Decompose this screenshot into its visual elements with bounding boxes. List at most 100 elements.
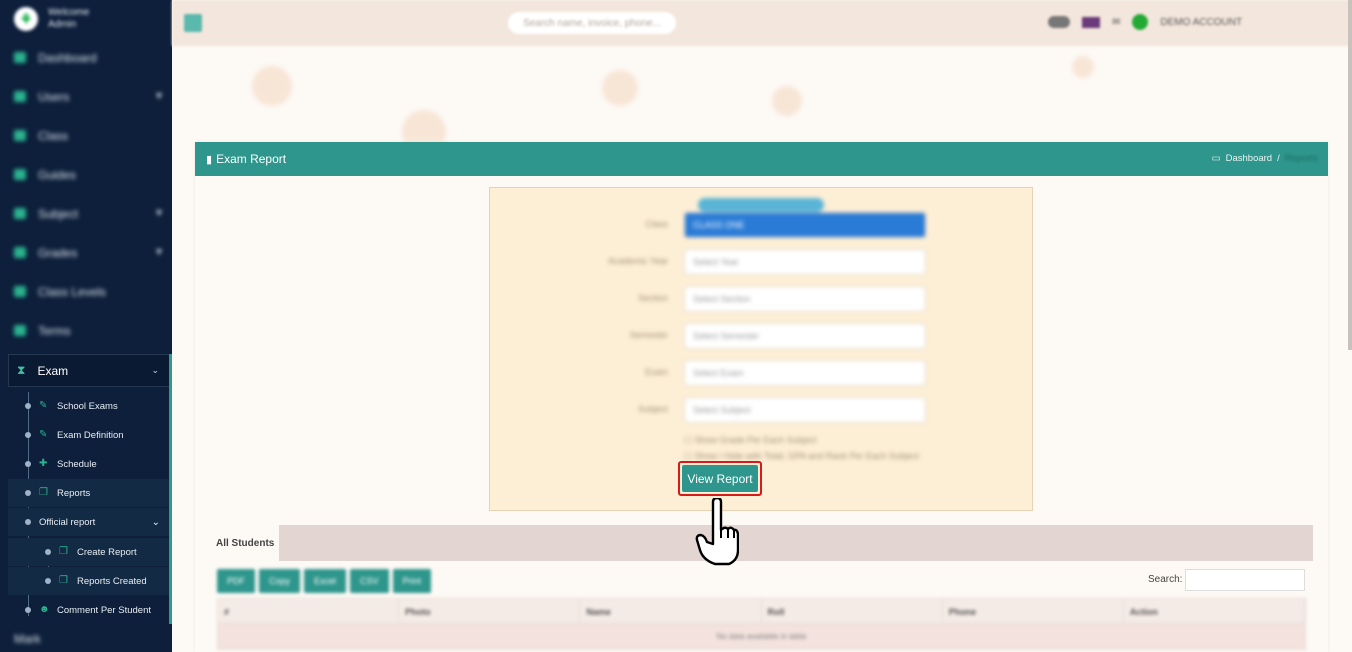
copy-button[interactable]: Copy bbox=[259, 569, 301, 593]
copy-icon: ❐ bbox=[59, 546, 68, 557]
book-icon: ▮ bbox=[206, 153, 213, 166]
sidebar-nav: Dashboard Users ▼ Class Guides Subject ▼ G… bbox=[0, 38, 172, 350]
form-tag bbox=[698, 198, 824, 212]
welcome-label: Welcome bbox=[48, 7, 90, 18]
table-search-label: Search: bbox=[1148, 574, 1183, 585]
levels-icon bbox=[14, 286, 26, 297]
semester-row: Semester Select Semester bbox=[490, 323, 1034, 349]
hourglass-icon: ⧗ bbox=[17, 363, 26, 377]
bullet-dot bbox=[25, 490, 31, 496]
bullet-dot bbox=[25, 519, 31, 525]
class-icon bbox=[14, 130, 26, 141]
tab-bar: All Students bbox=[209, 525, 1313, 561]
header-decoration bbox=[172, 46, 1352, 142]
user-name: Admin bbox=[48, 19, 77, 30]
terms-icon bbox=[14, 325, 26, 336]
topbar-right: ✉ DEMO ACCOUNT bbox=[1048, 14, 1242, 30]
pointing-hand-icon bbox=[695, 498, 739, 566]
puzzle-icon: ✚ bbox=[39, 458, 48, 469]
view-report-button[interactable]: View Report bbox=[682, 465, 758, 492]
sidebar-item-guides[interactable]: Guides bbox=[0, 155, 172, 194]
column-header[interactable]: Phone bbox=[943, 599, 1124, 623]
page-title: Exam Report bbox=[216, 152, 287, 166]
sidebar-item-class-levels[interactable]: Class Levels bbox=[0, 272, 172, 311]
exam-report-panel: ▮ Exam Report ▭ Dashboard / Reports Clas… bbox=[195, 142, 1328, 652]
account-menu[interactable]: DEMO ACCOUNT bbox=[1160, 17, 1242, 28]
print-button[interactable]: Print bbox=[392, 569, 432, 593]
sidebar-item-exam[interactable]: ⧗ Exam ⌄ bbox=[8, 354, 170, 387]
sidebar-item-comment-per-student[interactable]: ☻ Comment Per Student bbox=[25, 596, 170, 624]
panel-header: ▮ Exam Report ▭ Dashboard / Reports bbox=[195, 142, 1328, 176]
bullet-dot bbox=[25, 461, 31, 467]
pdf-button[interactable]: PDF bbox=[217, 569, 255, 593]
sidebar-header: ⚘ Welcome Admin bbox=[0, 0, 172, 38]
toggle-icon[interactable] bbox=[1048, 16, 1070, 28]
school-logo-icon: ⚘ bbox=[14, 7, 38, 31]
sidebar-item-dashboard[interactable]: Dashboard bbox=[0, 38, 172, 77]
table-search-input[interactable] bbox=[1185, 569, 1305, 591]
excel-button[interactable]: Excel bbox=[304, 569, 347, 593]
sidebar-item-terms[interactable]: Terms bbox=[0, 311, 172, 350]
exam-select[interactable]: Select Exam bbox=[684, 360, 926, 386]
column-header[interactable]: # bbox=[218, 599, 400, 623]
mail-icon[interactable]: ✉ bbox=[1112, 17, 1120, 28]
sidebar-item-reports-created[interactable]: ❐ Reports Created bbox=[8, 567, 170, 595]
bullet-dot bbox=[25, 432, 31, 438]
laptop-icon: ▭ bbox=[1211, 153, 1221, 164]
sidebar: ⚘ Welcome Admin Dashboard Users ▼ Class G… bbox=[0, 0, 172, 652]
account-logo-icon bbox=[1132, 14, 1149, 30]
subject-icon bbox=[14, 208, 26, 219]
sidebar-item-official-report[interactable]: Official report ⌄ bbox=[8, 508, 170, 536]
bullet-dot bbox=[45, 578, 51, 584]
sidebar-item-users[interactable]: Users ▼ bbox=[0, 77, 172, 116]
pencil-icon: ✎ bbox=[39, 429, 48, 440]
column-header[interactable]: Action bbox=[1124, 599, 1306, 623]
sidebar-item-class[interactable]: Class bbox=[0, 116, 172, 155]
grade-checkbox[interactable]: ☐ Show Grade Per Each Subject bbox=[684, 435, 817, 446]
copy-icon: ❐ bbox=[39, 487, 48, 498]
section-row: Section Select Section bbox=[490, 286, 1034, 312]
pencil-icon: ✎ bbox=[39, 400, 48, 411]
subject-row: Subject Select Subject bbox=[490, 397, 1034, 423]
sidebar-item-school-exams[interactable]: ✎ School Exams bbox=[25, 392, 170, 420]
grades-icon bbox=[14, 247, 26, 258]
chevron-down-icon: ▼ bbox=[154, 247, 164, 258]
sidebar-item-reports[interactable]: ❐ Reports bbox=[8, 479, 170, 507]
academic-year-select[interactable]: Select Year bbox=[684, 249, 926, 275]
column-header[interactable]: Photo bbox=[399, 599, 581, 623]
page-scrollbar[interactable] bbox=[1348, 0, 1352, 350]
exam-row: Exam Select Exam bbox=[490, 360, 1034, 386]
section-select[interactable]: Select Section bbox=[684, 286, 926, 312]
empty-table-row: No data available in table bbox=[217, 624, 1306, 650]
sidebar-item-grades[interactable]: Grades ▼ bbox=[0, 233, 172, 272]
class-select[interactable]: CLASS ONE bbox=[684, 212, 926, 238]
topbar: Search name, invoice, phone... ✉ DEMO AC… bbox=[172, 0, 1352, 46]
column-header[interactable]: Roll bbox=[762, 599, 943, 623]
year-row: Academic Year Select Year bbox=[490, 249, 1034, 275]
sidebar-item-create-report[interactable]: ❐ Create Report bbox=[8, 538, 170, 566]
bullet-dot bbox=[25, 403, 31, 409]
tab-all-students[interactable]: All Students bbox=[209, 525, 279, 561]
sidebar-item-subject[interactable]: Subject ▼ bbox=[0, 194, 172, 233]
sidebar-item-mark[interactable]: Mark bbox=[14, 632, 41, 646]
flag-icon[interactable] bbox=[1082, 16, 1100, 28]
semester-select[interactable]: Select Semester bbox=[684, 323, 926, 349]
sidebar-item-schedule[interactable]: ✚ Schedule bbox=[25, 450, 170, 478]
column-header[interactable]: Name bbox=[580, 599, 762, 623]
guide-icon bbox=[14, 169, 26, 180]
breadcrumb-dashboard[interactable]: Dashboard bbox=[1226, 153, 1272, 164]
bullet-dot bbox=[45, 549, 51, 555]
subject-select[interactable]: Select Subject bbox=[684, 397, 926, 423]
global-search-input[interactable]: Search name, invoice, phone... bbox=[508, 12, 676, 34]
copy-icon: ❐ bbox=[59, 575, 68, 586]
chevron-down-icon: ⌄ bbox=[151, 516, 160, 528]
sidebar-item-exam-definition[interactable]: ✎ Exam Definition bbox=[25, 421, 170, 449]
breadcrumb-current: Reports bbox=[1284, 153, 1318, 164]
menu-toggle-icon[interactable] bbox=[184, 14, 202, 32]
sidebar-active-accent bbox=[169, 354, 172, 624]
csv-button[interactable]: CSV bbox=[350, 569, 389, 593]
users-icon: ☻ bbox=[39, 604, 50, 615]
breadcrumb: ▭ Dashboard / Reports bbox=[1211, 153, 1318, 164]
users-icon bbox=[14, 91, 26, 102]
home-icon bbox=[14, 52, 26, 63]
